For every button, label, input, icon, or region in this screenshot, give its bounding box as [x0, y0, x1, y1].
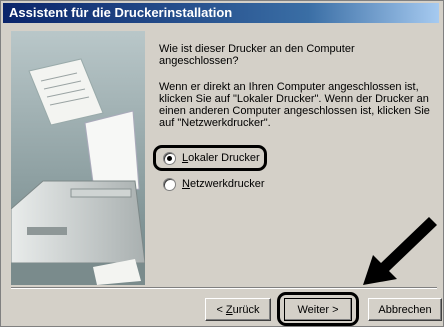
- option-network-label: Netzwerkdrucker: [182, 178, 265, 190]
- highlight-frame-local: [153, 145, 267, 171]
- question-text: Wie ist dieser Drucker an den Computer a…: [159, 43, 355, 67]
- title-bar: Assistent für die Druckerinstallation: [3, 3, 439, 23]
- wizard-dialog: Assistent für die Druckerinstallation Wi…: [0, 0, 444, 327]
- cancel-button[interactable]: Abbrechen: [368, 298, 442, 321]
- pointer-arrow-icon: [363, 217, 437, 285]
- info-text: Wenn er direkt an Ihren Computer angesch…: [159, 81, 430, 129]
- window-title: Assistent für die Druckerinstallation: [9, 5, 233, 20]
- highlight-frame-next: [277, 292, 359, 326]
- separator: [11, 287, 437, 289]
- radio-button-unselected[interactable]: [163, 177, 176, 191]
- back-button[interactable]: < Zurück: [205, 298, 271, 321]
- option-network-printer[interactable]: Netzwerkdrucker: [163, 176, 265, 192]
- question-panel: Wie ist dieser Drucker an den Computer a…: [159, 43, 437, 129]
- printer-illustration: [10, 31, 146, 285]
